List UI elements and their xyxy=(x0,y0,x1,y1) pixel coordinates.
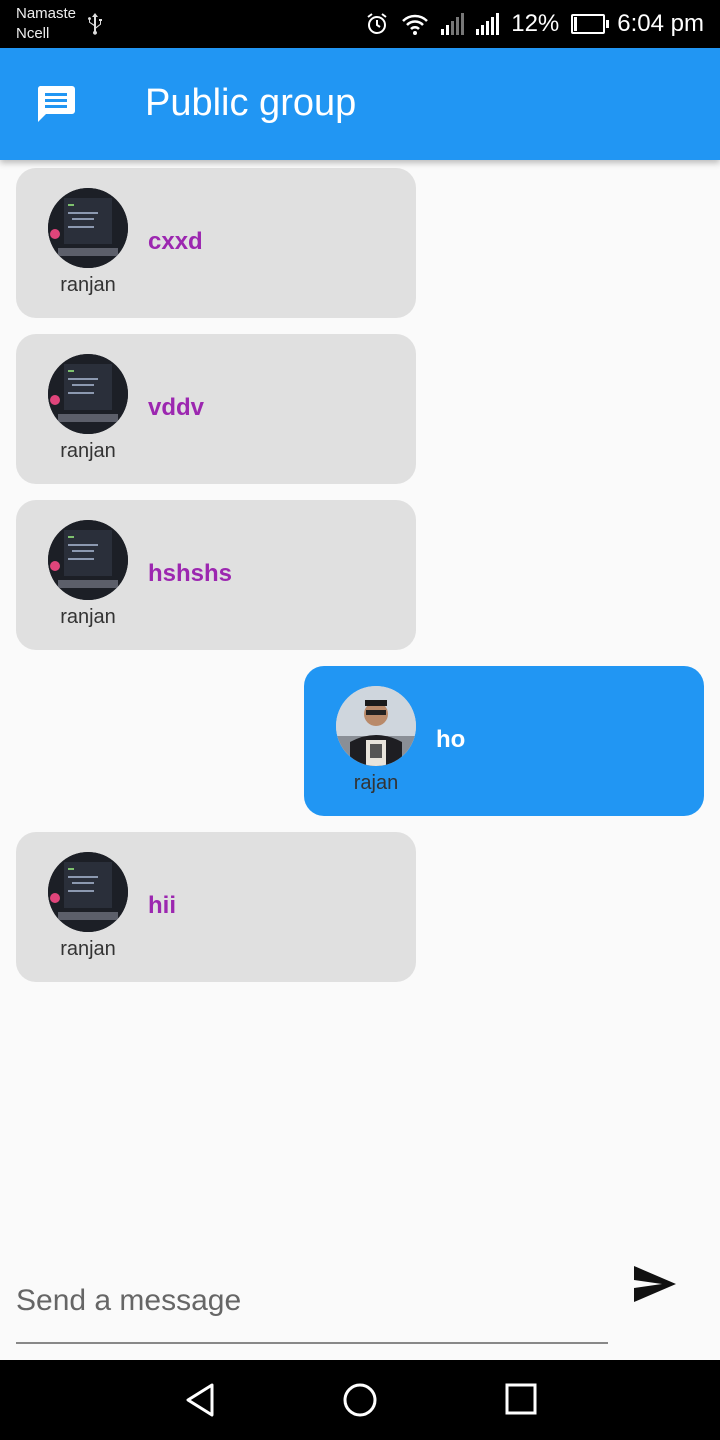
send-icon[interactable] xyxy=(632,1264,682,1306)
battery-fill xyxy=(574,17,578,31)
avatar[interactable] xyxy=(48,520,128,600)
avatar[interactable] xyxy=(48,188,128,268)
avatar[interactable] xyxy=(48,354,128,434)
carrier-line-1: Namaste xyxy=(16,5,77,22)
message-bubble-outgoing[interactable]: rajan ho xyxy=(304,666,704,816)
message-username: rajan xyxy=(353,772,399,794)
message-username: ranjan xyxy=(60,938,116,960)
back-icon[interactable] xyxy=(182,1380,222,1420)
message-bubble[interactable]: ranjan cxxd xyxy=(16,168,416,318)
message-bubble[interactable]: ranjan hii xyxy=(16,832,416,982)
signal-icon xyxy=(476,13,500,35)
message-bubble[interactable]: ranjan vddv xyxy=(16,334,416,484)
recents-icon[interactable] xyxy=(502,1380,542,1420)
navigation-bar xyxy=(0,1360,720,1440)
message-text: hshshs xyxy=(148,560,233,587)
carrier-label: Namaste Ncell xyxy=(16,4,76,44)
message-icon[interactable] xyxy=(36,84,76,124)
message-composer xyxy=(0,1250,720,1360)
message-username: ranjan xyxy=(60,606,116,628)
page-title: Public group xyxy=(145,82,357,124)
alarm-icon xyxy=(365,12,389,36)
status-icons: 12% 6:04 pm xyxy=(365,0,704,48)
message-username: ranjan xyxy=(60,274,116,296)
signal-icon xyxy=(441,13,465,35)
message-username: ranjan xyxy=(60,440,116,462)
avatar[interactable] xyxy=(48,852,128,932)
message-text: vddv xyxy=(148,394,205,421)
home-icon[interactable] xyxy=(340,1380,380,1420)
wifi-icon xyxy=(401,12,429,36)
message-text: hii xyxy=(148,892,176,919)
clock: 6:04 pm xyxy=(617,10,704,37)
battery-charging-icon xyxy=(571,14,610,34)
usb-icon xyxy=(86,12,104,42)
message-text: cxxd xyxy=(148,228,203,255)
message-text: ho xyxy=(436,726,466,753)
avatar[interactable] xyxy=(336,686,416,766)
message-input[interactable] xyxy=(16,1260,608,1344)
carrier-line-2: Ncell xyxy=(16,25,50,42)
battery-percent: 12% xyxy=(511,10,560,37)
status-bar: Namaste Ncell 12% 6:04 pm xyxy=(0,0,720,48)
message-bubble[interactable]: ranjan hshshs xyxy=(16,500,416,650)
app-bar: Public group xyxy=(0,48,720,160)
